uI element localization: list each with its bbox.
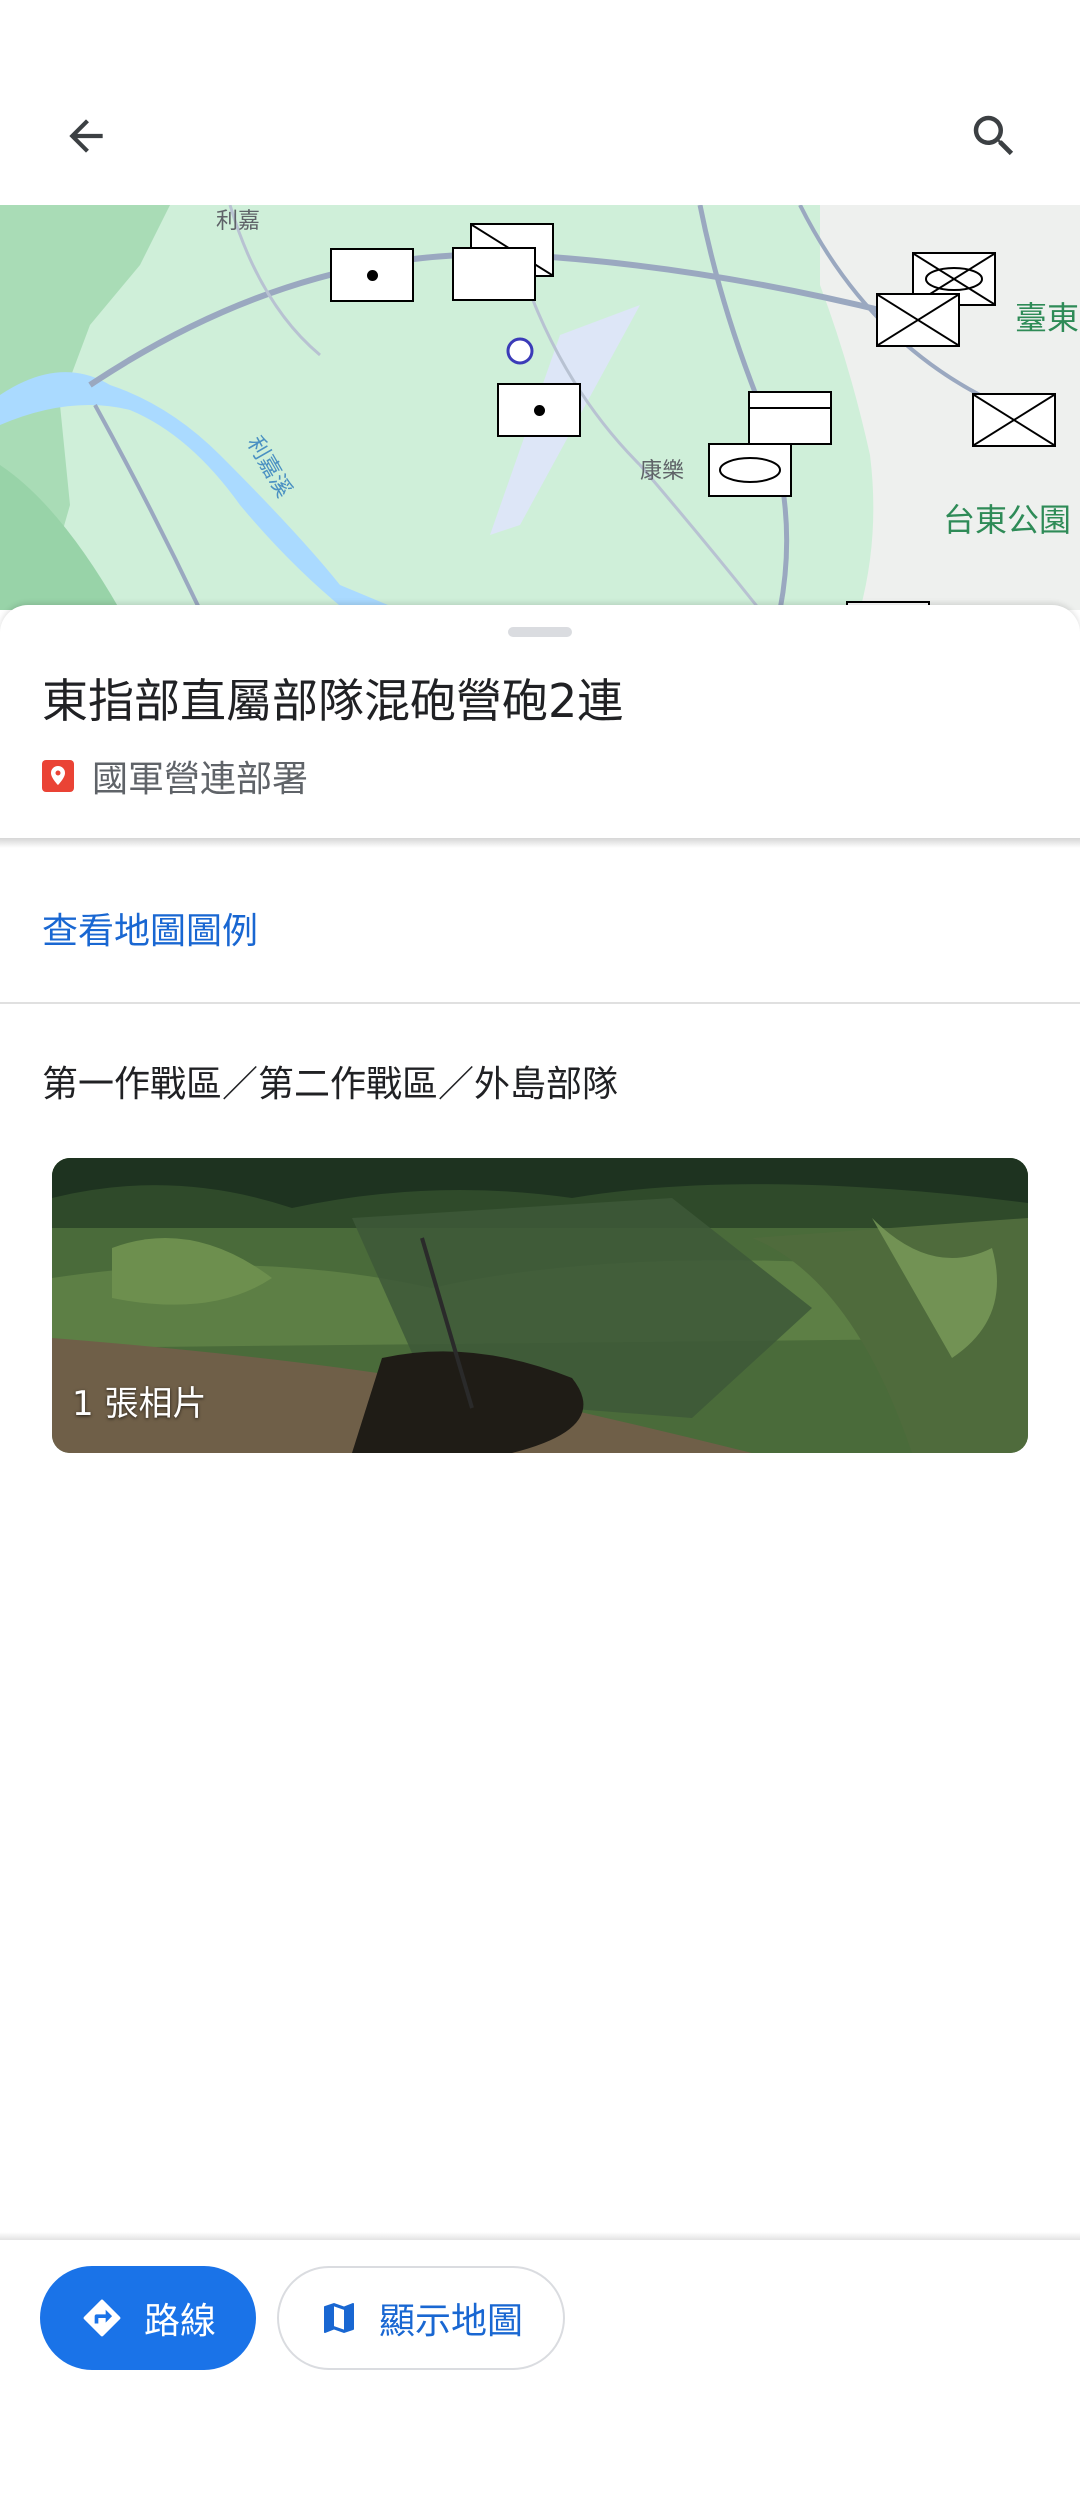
map-label-lijia: 利嘉 bbox=[216, 209, 261, 234]
map-label-kangle: 康樂 bbox=[640, 459, 685, 484]
map-icon bbox=[323, 2303, 354, 2333]
category-label: 國軍營連部署 bbox=[92, 759, 309, 800]
directions-icon bbox=[83, 2299, 121, 2337]
place-category: 國軍營連部署 bbox=[42, 750, 308, 802]
unit-marker-dot[interactable] bbox=[497, 383, 581, 437]
map-view[interactable]: 利嘉 利嘉溪 康樂 臺東 台東公園 bbox=[0, 205, 1080, 610]
place-pin-icon bbox=[42, 760, 74, 792]
sheet-divider-shadow bbox=[0, 838, 1080, 848]
search-icon bbox=[973, 115, 1014, 156]
photo-card[interactable]: 1 張相片 bbox=[52, 1158, 1028, 1453]
map-label-taitung: 臺東 bbox=[1015, 299, 1080, 337]
unit-marker-plain[interactable] bbox=[452, 247, 536, 301]
unit-marker-plain[interactable] bbox=[748, 391, 832, 445]
unit-marker-dot[interactable] bbox=[330, 248, 414, 302]
directions-button[interactable]: 路線 bbox=[40, 2266, 256, 2370]
unit-marker-cross[interactable] bbox=[972, 393, 1056, 447]
show-map-button[interactable]: 顯示地圖 bbox=[277, 2266, 565, 2370]
map-legend-link[interactable]: 查看地圖圖例 bbox=[42, 902, 258, 954]
arrow-back-icon bbox=[69, 119, 103, 153]
place-sheet: 東指部直屬部隊混砲營砲2連 國軍營連部署 bbox=[0, 605, 1080, 840]
photo-count-label: 1 張相片 bbox=[72, 1384, 207, 1424]
unit-marker-oval[interactable] bbox=[708, 443, 792, 497]
show-map-label: 顯示地圖 bbox=[378, 2301, 523, 2342]
action-bar: 路線 顯示地圖 bbox=[0, 2240, 1080, 2520]
place-title: 東指部直屬部隊混砲營砲2連 bbox=[42, 674, 624, 728]
drag-handle[interactable] bbox=[508, 627, 572, 637]
place-description: 第一作戰區／第二作戰區／外島部隊 bbox=[42, 1064, 619, 1105]
directions-label: 路線 bbox=[143, 2301, 216, 2342]
search-button[interactable] bbox=[958, 100, 1030, 172]
section-divider bbox=[0, 1002, 1080, 1004]
map-label-taitung-park: 台東公園 bbox=[943, 501, 1072, 539]
unit-marker-cross[interactable] bbox=[876, 293, 960, 347]
back-button[interactable] bbox=[50, 100, 122, 172]
top-app-bar bbox=[0, 0, 1080, 205]
